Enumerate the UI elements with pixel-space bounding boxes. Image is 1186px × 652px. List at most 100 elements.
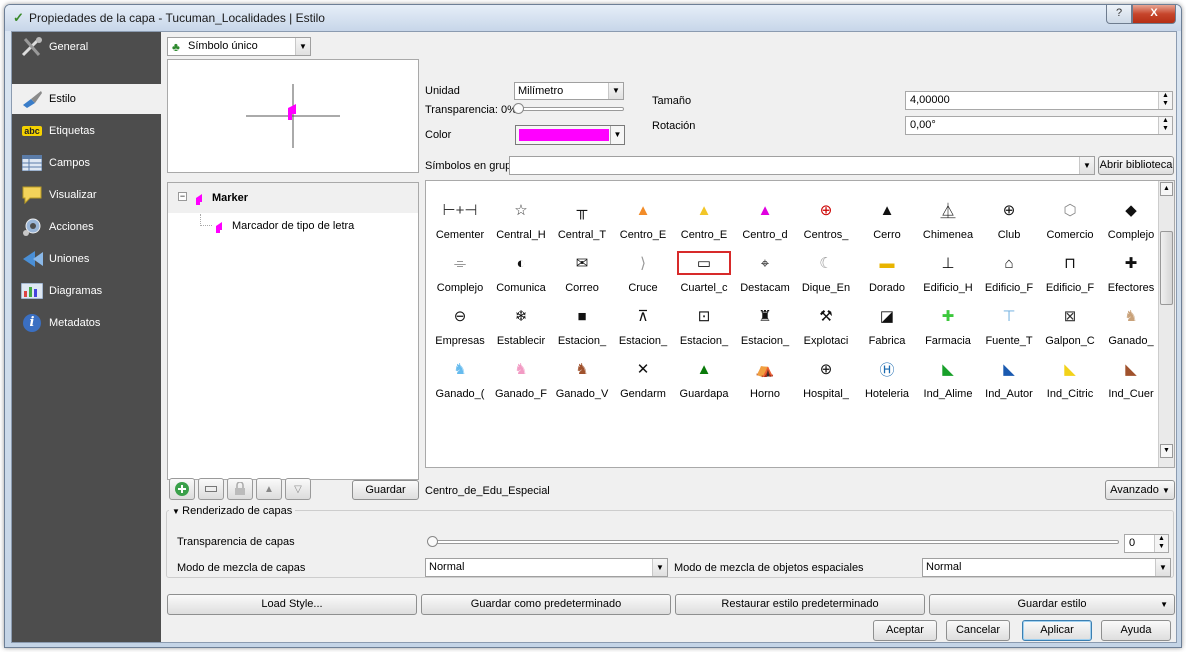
symbol-item[interactable]: ⌯: [430, 248, 490, 278]
symbol-item[interactable]: ☆: [491, 195, 551, 225]
scroll-down-icon[interactable]: ▼: [1160, 444, 1173, 458]
symbol-item[interactable]: ⊕: [796, 195, 856, 225]
symbol-item[interactable]: ⌂: [979, 248, 1039, 278]
renderer-type-select[interactable]: ♣ Símbolo único ▼: [167, 37, 311, 56]
symbol-item[interactable]: ♞: [430, 354, 490, 384]
symbol-item[interactable]: ❄: [491, 301, 551, 331]
symbol-item[interactable]: ⏅: [918, 195, 978, 225]
symbol-item[interactable]: ⊢+⊣: [430, 195, 490, 225]
symbol-item[interactable]: ⊠: [1040, 301, 1100, 331]
symbol-item[interactable]: ♜: [735, 301, 795, 331]
save-symbol-button[interactable]: Guardar: [352, 480, 419, 500]
symbol-item[interactable]: ▬: [857, 248, 917, 278]
add-layer-button[interactable]: [169, 478, 195, 500]
symbol-item[interactable]: ⊥: [918, 248, 978, 278]
symbol-item[interactable]: ⚒: [796, 301, 856, 331]
symbol-item[interactable]: ▲: [674, 354, 734, 384]
symbol-item[interactable]: ⛺: [735, 354, 795, 384]
close-window-button[interactable]: X: [1132, 5, 1176, 24]
symbol-item[interactable]: ▭: [674, 248, 734, 278]
load-style-button[interactable]: Load Style...: [167, 594, 417, 615]
symbol-item[interactable]: ✚: [1101, 248, 1161, 278]
symbol-item[interactable]: ⊼: [613, 301, 673, 331]
symbol-item[interactable]: ◣: [1101, 354, 1161, 384]
spinner-icon[interactable]: ▲ ▼: [1158, 117, 1172, 134]
blend-mode-select[interactable]: Normal ▼: [425, 558, 668, 577]
remove-layer-button[interactable]: [198, 478, 224, 500]
symbol-item[interactable]: ✚: [918, 301, 978, 331]
symbol-item[interactable]: ◣: [1040, 354, 1100, 384]
symbol-item[interactable]: ╥: [552, 195, 612, 225]
sidebar-item-etiquetas[interactable]: abc Etiquetas: [12, 116, 161, 146]
layer-transparency-slider[interactable]: [429, 540, 1119, 544]
symbol-item[interactable]: ⊕: [796, 354, 856, 384]
symbol-item[interactable]: ⊤: [979, 301, 1039, 331]
move-down-button[interactable]: ▽: [285, 478, 311, 500]
collapse-icon[interactable]: −: [178, 192, 187, 201]
symbol-item[interactable]: ⊡: [674, 301, 734, 331]
restore-default-style-button[interactable]: Restaurar estilo predeterminado: [675, 594, 925, 615]
advanced-menu-button[interactable]: Avanzado ▼: [1105, 480, 1175, 500]
symbol-item[interactable]: ♞: [1101, 301, 1161, 331]
symbol-item[interactable]: ▲: [735, 195, 795, 225]
symbol-item[interactable]: ♞: [552, 354, 612, 384]
symbol-item[interactable]: ▲: [857, 195, 917, 225]
symbol-item[interactable]: ◪: [857, 301, 917, 331]
help-button[interactable]: Ayuda: [1101, 620, 1171, 641]
symbol-item[interactable]: ⊖: [430, 301, 490, 331]
symbol-item[interactable]: ◐: [491, 248, 551, 278]
rotation-input[interactable]: 0,00° ▲ ▼: [905, 116, 1173, 135]
sidebar-item-acciones[interactable]: Acciones: [12, 212, 161, 242]
layer-transparency-input[interactable]: 0 ▲ ▼: [1124, 534, 1169, 553]
symbol-item[interactable]: ✕: [613, 354, 673, 384]
symbol-item[interactable]: ✉: [552, 248, 612, 278]
symbol-item[interactable]: ▲: [674, 195, 734, 225]
layer-rendering-title-row[interactable]: ▼ Renderizado de capas: [169, 505, 296, 517]
symbol-group-select[interactable]: ▼: [509, 156, 1095, 175]
tree-row-font-marker[interactable]: Marcador de tipo de letra: [168, 214, 418, 236]
transparency-slider-handle[interactable]: [513, 103, 524, 114]
symbol-item[interactable]: ⟩: [613, 248, 673, 278]
symbol-item[interactable]: ⌖: [735, 248, 795, 278]
color-button[interactable]: ▼: [515, 125, 625, 145]
symbol-item[interactable]: ▲: [613, 195, 673, 225]
tree-row-marker[interactable]: − Marker: [168, 183, 418, 213]
sidebar-item-estilo[interactable]: Estilo: [12, 84, 161, 114]
sidebar-item-general[interactable]: General: [12, 32, 161, 62]
cancel-button[interactable]: Cancelar: [946, 620, 1010, 641]
spinner-icon[interactable]: ▲ ▼: [1158, 92, 1172, 109]
symbol-item[interactable]: ⊕: [979, 195, 1039, 225]
spinner-icon[interactable]: ▲ ▼: [1154, 535, 1168, 552]
scroll-up-icon[interactable]: ▲: [1160, 182, 1173, 196]
apply-button[interactable]: Aplicar: [1022, 620, 1092, 641]
layer-transparency-slider-handle[interactable]: [427, 536, 438, 547]
chevron-down-icon: ▼: [652, 559, 667, 576]
sidebar-item-uniones[interactable]: Uniones: [12, 244, 161, 274]
sidebar-item-visualizar[interactable]: Visualizar: [12, 180, 161, 210]
symbol-item[interactable]: ☾: [796, 248, 856, 278]
lock-layer-button[interactable]: [227, 478, 253, 500]
symbol-item[interactable]: ⬡: [1040, 195, 1100, 225]
symbol-item[interactable]: Ⓗ: [857, 354, 917, 384]
feature-blend-mode-select[interactable]: Normal ▼: [922, 558, 1171, 577]
help-window-button[interactable]: ?: [1106, 5, 1132, 24]
scrollbar-thumb[interactable]: [1160, 231, 1173, 305]
symbol-item[interactable]: ⊓: [1040, 248, 1100, 278]
save-style-button[interactable]: Guardar estilo ▼: [929, 594, 1175, 615]
move-up-button[interactable]: ▲: [256, 478, 282, 500]
symbol-item[interactable]: ◣: [979, 354, 1039, 384]
symbol-item[interactable]: ■: [552, 301, 612, 331]
sidebar-item-metadatos[interactable]: i Metadatos: [12, 308, 161, 338]
sidebar-item-diagramas[interactable]: Diagramas: [12, 276, 161, 306]
save-as-default-button[interactable]: Guardar como predeterminado: [421, 594, 671, 615]
transparency-slider[interactable]: [514, 107, 624, 111]
sidebar-item-campos[interactable]: Campos: [12, 148, 161, 178]
unit-select[interactable]: Milímetro ▼: [514, 82, 624, 100]
symbol-grid-scrollbar[interactable]: ▲ ▼: [1158, 181, 1174, 467]
symbol-item[interactable]: ◆: [1101, 195, 1161, 225]
size-input[interactable]: 4,00000 ▲ ▼: [905, 91, 1173, 110]
symbol-item[interactable]: ♞: [491, 354, 551, 384]
ok-button[interactable]: Aceptar: [873, 620, 937, 641]
open-library-button[interactable]: Abrir biblioteca: [1098, 156, 1174, 175]
symbol-item[interactable]: ◣: [918, 354, 978, 384]
